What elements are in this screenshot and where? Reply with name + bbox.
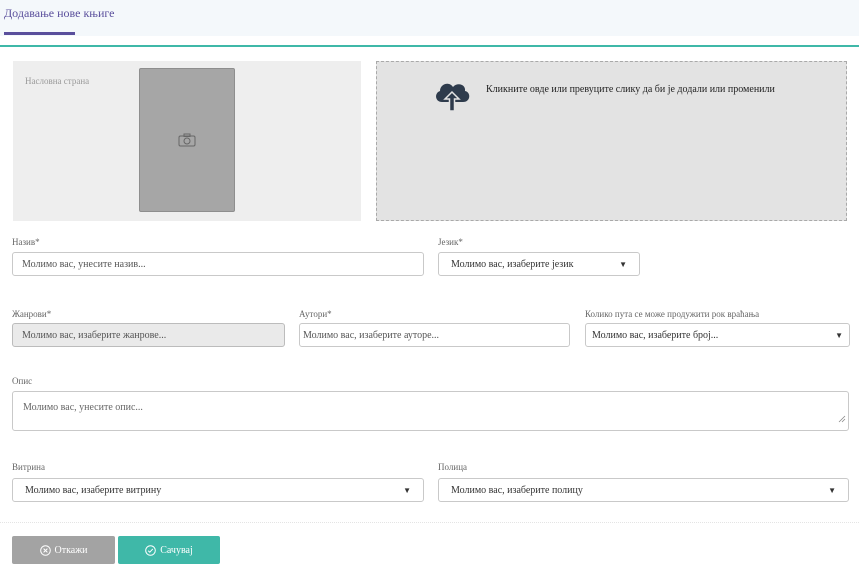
page-header: Додавање нове књиге: [0, 0, 859, 36]
genres-input[interactable]: Молимо вас, изаберите жанрове...: [12, 323, 285, 347]
resize-grip-icon[interactable]: [838, 410, 846, 428]
chevron-down-icon: ▼: [835, 330, 843, 340]
name-placeholder: Молимо вас, унесите назив...: [22, 258, 146, 270]
dropzone-text: Кликните овде или превуците слику да би …: [486, 84, 775, 95]
extensions-label: Колико пута се може продужити рок враћањ…: [585, 309, 760, 319]
cloud-upload-icon: [432, 78, 472, 117]
footer-divider: [0, 522, 859, 523]
shelf-select-value: Молимо вас, изаберите полицу: [451, 484, 583, 496]
save-button-label: Сачувај: [160, 544, 193, 556]
description-textarea[interactable]: Молимо вас, унесите опис...: [12, 391, 849, 431]
save-button[interactable]: Сачувај: [118, 536, 220, 564]
showcase-select[interactable]: Молимо вас, изаберите витрину ▼: [12, 478, 424, 502]
cancel-button[interactable]: Откажи: [12, 536, 115, 564]
chevron-down-icon: ▼: [619, 259, 627, 269]
chevron-down-icon: ▼: [828, 485, 836, 495]
authors-input[interactable]: Молимо вас, изаберите ауторе...: [299, 323, 570, 347]
description-placeholder: Молимо вас, унесите опис...: [23, 402, 143, 413]
circle-x-icon: [39, 544, 51, 556]
camera-icon: [178, 133, 196, 152]
language-label: Језик*: [438, 237, 463, 247]
name-input[interactable]: Молимо вас, унесите назив...: [12, 252, 424, 276]
language-select-value: Молимо вас, изаберите језик: [451, 258, 574, 270]
chevron-down-icon: ▼: [403, 485, 411, 495]
description-label: Опис: [12, 376, 33, 386]
cancel-button-label: Откажи: [54, 544, 88, 556]
showcase-select-value: Молимо вас, изаберите витрину: [25, 484, 162, 496]
page-title: Додавање нове књиге: [4, 6, 115, 20]
circle-check-icon: [145, 544, 157, 556]
authors-label: Аутори*: [299, 309, 332, 319]
header-divider: [0, 45, 859, 47]
name-label: Назив*: [12, 237, 40, 247]
cover-label: Насловна страна: [25, 76, 90, 86]
cover-panel: Насловна страна: [13, 61, 361, 221]
image-dropzone[interactable]: Кликните овде или превуците слику да би …: [376, 61, 847, 221]
showcase-label: Витрина: [12, 462, 45, 472]
shelf-select[interactable]: Молимо вас, изаберите полицу ▼: [438, 478, 849, 502]
extensions-select-value: Молимо вас, изаберите број...: [592, 329, 719, 341]
extensions-select[interactable]: Молимо вас, изаберите број... ▼: [585, 323, 850, 347]
cover-image-placeholder[interactable]: [139, 68, 235, 212]
genres-label: Жанрови*: [12, 309, 52, 319]
active-tab-indicator: [4, 32, 75, 35]
shelf-label: Полица: [438, 462, 467, 472]
authors-placeholder: Молимо вас, изаберите ауторе...: [303, 329, 440, 341]
language-select[interactable]: Молимо вас, изаберите језик ▼: [438, 252, 640, 276]
genres-placeholder: Молимо вас, изаберите жанрове...: [22, 329, 167, 341]
